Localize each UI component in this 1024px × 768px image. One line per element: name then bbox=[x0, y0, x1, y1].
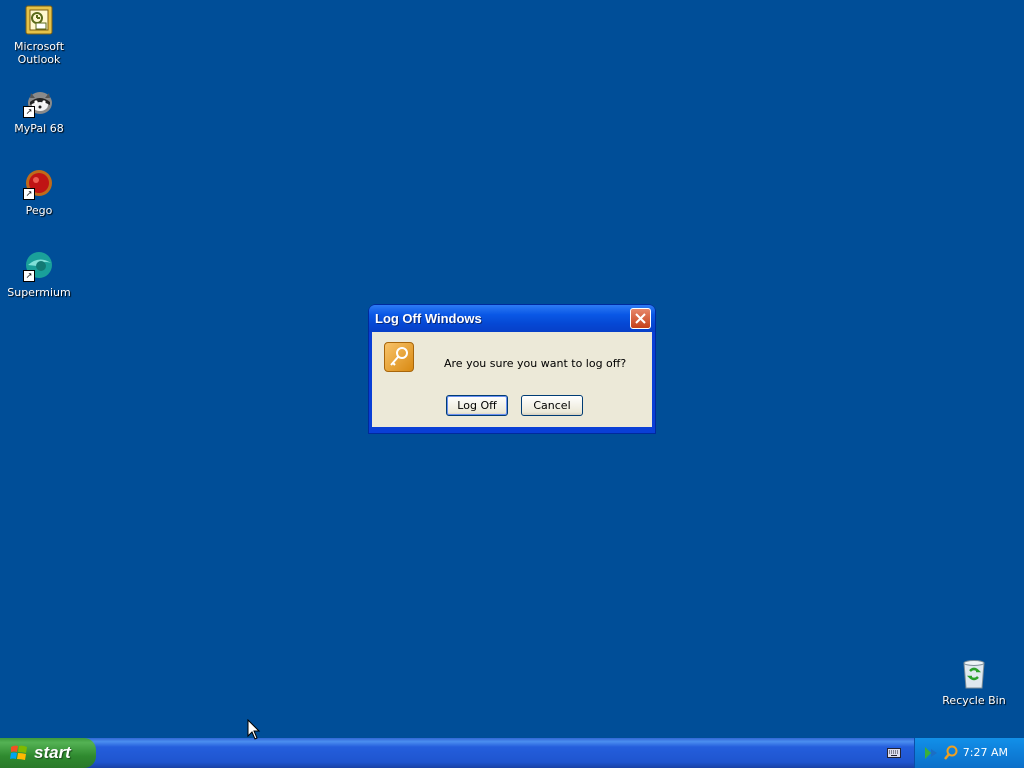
supermium-icon: ↗ bbox=[23, 250, 55, 282]
start-label: start bbox=[34, 743, 71, 762]
shortcut-arrow-icon: ↗ bbox=[23, 188, 35, 200]
shortcut-arrow-icon: ↗ bbox=[23, 270, 35, 282]
search-icon[interactable] bbox=[943, 745, 959, 761]
windows-logo-icon bbox=[10, 745, 27, 760]
start-button[interactable]: start bbox=[0, 738, 96, 768]
desktop-icon-label: Recycle Bin bbox=[942, 694, 1006, 707]
system-tray: 7:27 AM bbox=[914, 738, 1024, 768]
dialog-message: Are you sure you want to log off? bbox=[444, 357, 627, 370]
desktop: Microsoft Outlook ↗ MyPal 68 ↗ Pego ↗ Su… bbox=[0, 0, 1024, 738]
log-off-dialog: Log Off Windows Are you sure you want to… bbox=[369, 305, 655, 433]
outlook-icon bbox=[23, 4, 55, 36]
key-icon bbox=[384, 342, 414, 372]
mypal-icon: ↗ bbox=[23, 86, 55, 118]
desktop-icon-label: MyPal 68 bbox=[14, 122, 64, 135]
desktop-icon-label: Supermium bbox=[7, 286, 71, 299]
network-icon[interactable] bbox=[923, 745, 939, 761]
close-icon bbox=[635, 313, 646, 324]
cancel-button[interactable]: Cancel bbox=[521, 395, 583, 416]
desktop-icon-pego[interactable]: ↗ Pego bbox=[1, 168, 77, 217]
close-button[interactable] bbox=[630, 308, 651, 329]
dialog-titlebar[interactable]: Log Off Windows bbox=[369, 305, 655, 332]
keyboard-icon[interactable] bbox=[887, 748, 901, 758]
desktop-icon-recycle-bin[interactable]: Recycle Bin bbox=[936, 658, 1012, 707]
dialog-body: Are you sure you want to log off? Log Of… bbox=[372, 332, 652, 427]
taskbar: start 7:27 AM bbox=[0, 738, 1024, 768]
desktop-icon-outlook[interactable]: Microsoft Outlook bbox=[1, 4, 77, 66]
desktop-icon-mypal[interactable]: ↗ MyPal 68 bbox=[1, 86, 77, 135]
desktop-icon-label: Pego bbox=[25, 204, 53, 217]
desktop-icon-label: Microsoft Outlook bbox=[13, 40, 65, 66]
dialog-title: Log Off Windows bbox=[375, 311, 482, 326]
log-off-button[interactable]: Log Off bbox=[446, 395, 508, 416]
recycle-bin-icon bbox=[958, 658, 990, 690]
shortcut-arrow-icon: ↗ bbox=[23, 106, 35, 118]
mouse-cursor-icon bbox=[247, 719, 261, 740]
clock[interactable]: 7:27 AM bbox=[963, 746, 1008, 759]
pego-icon: ↗ bbox=[23, 168, 55, 200]
desktop-icon-supermium[interactable]: ↗ Supermium bbox=[1, 250, 77, 299]
